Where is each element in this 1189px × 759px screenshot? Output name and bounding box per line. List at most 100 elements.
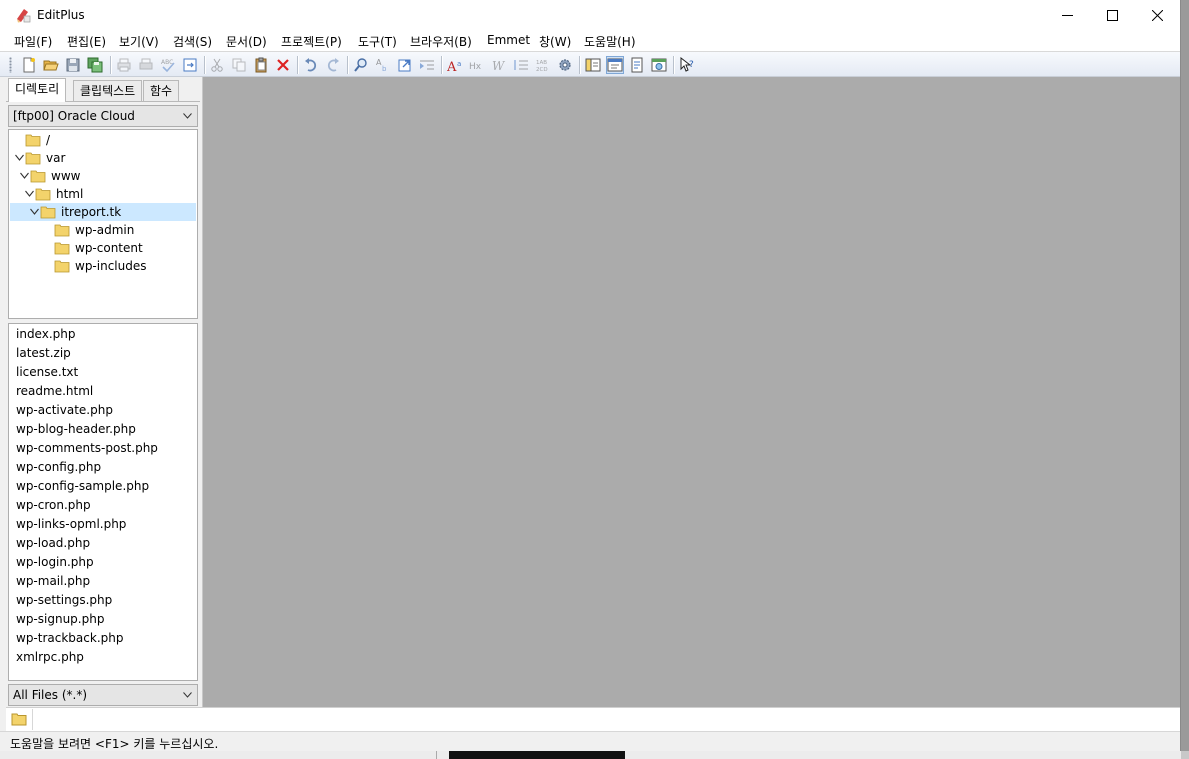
- file-filter-dropdown[interactable]: All Files (*.*): [8, 684, 198, 706]
- file-list-item[interactable]: wp-login.php: [16, 555, 94, 569]
- file-list[interactable]: index.php latest.zip license.txt readme.htm…: [8, 323, 198, 681]
- menu-file[interactable]: 파일(F): [14, 33, 52, 50]
- title-bar[interactable]: EditPlus: [0, 0, 1180, 30]
- tree-node-label: itreport.tk: [61, 205, 122, 219]
- desktop-dark-strip: [449, 751, 625, 759]
- browser-button[interactable]: [650, 56, 668, 74]
- sync-button[interactable]: [181, 56, 199, 74]
- cut-button[interactable]: [208, 56, 226, 74]
- file-list-item[interactable]: latest.zip: [16, 346, 71, 360]
- output-window-button[interactable]: [606, 56, 624, 74]
- open-folder-icon: [30, 170, 46, 183]
- file-list-item[interactable]: index.php: [16, 327, 75, 341]
- tree-node[interactable]: www: [10, 167, 196, 185]
- location-dropdown[interactable]: [ftp00] Oracle Cloud: [8, 105, 198, 127]
- tree-node[interactable]: /: [10, 131, 196, 149]
- menu-window[interactable]: 창(W): [539, 33, 571, 50]
- tab-directory[interactable]: 디렉토리: [8, 78, 67, 102]
- menu-help[interactable]: 도움말(H): [584, 33, 636, 50]
- redo-button[interactable]: [324, 56, 342, 74]
- status-text: 도움말을 보려면 <F1> 키를 누르십시오.: [10, 737, 219, 751]
- menu-emmet[interactable]: Emmet: [487, 33, 530, 47]
- font-button[interactable]: Aa: [446, 56, 464, 74]
- undo-icon: [305, 58, 316, 72]
- tree-node[interactable]: var: [10, 149, 196, 167]
- column-button[interactable]: 1AB 2CD: [534, 56, 552, 74]
- file-list-item[interactable]: readme.html: [16, 384, 93, 398]
- menu-browser[interactable]: 브라우저(B): [410, 33, 472, 50]
- print-button[interactable]: [137, 56, 155, 74]
- copy-button[interactable]: [230, 56, 248, 74]
- save-all-button[interactable]: [86, 56, 104, 74]
- print-preview-button[interactable]: [115, 56, 133, 74]
- file-filter-value: All Files (*.*): [13, 688, 88, 702]
- file-list-item[interactable]: wp-mail.php: [16, 574, 90, 588]
- svg-text:a: a: [457, 60, 461, 68]
- file-list-item[interactable]: wp-signup.php: [16, 612, 104, 626]
- editor-area[interactable]: [202, 77, 1180, 707]
- hex-button[interactable]: Hx: [468, 56, 486, 74]
- file-list-item[interactable]: wp-comments-post.php: [16, 441, 158, 455]
- indent-button[interactable]: [418, 56, 436, 74]
- svg-text:W: W: [492, 59, 506, 73]
- tree-node[interactable]: html: [10, 185, 196, 203]
- help-context-button[interactable]: ?: [678, 56, 696, 74]
- file-list-item[interactable]: wp-trackback.php: [16, 631, 123, 645]
- menu-search[interactable]: 검색(S): [173, 33, 212, 50]
- paste-button[interactable]: [252, 56, 270, 74]
- folder-icon: [54, 242, 70, 255]
- tree-node[interactable]: wp-admin: [10, 221, 196, 239]
- directory-window-button[interactable]: [584, 56, 602, 74]
- file-list-item[interactable]: wp-settings.php: [16, 593, 112, 607]
- replace-icon: Ab: [376, 58, 387, 73]
- menu-tools[interactable]: 도구(T): [358, 33, 397, 50]
- minimize-button[interactable]: [1044, 0, 1090, 30]
- file-list-item[interactable]: wp-activate.php: [16, 403, 113, 417]
- preferences-button[interactable]: [556, 56, 574, 74]
- tab-functions[interactable]: 함수: [143, 80, 180, 101]
- toolbar-grip[interactable]: [9, 57, 12, 73]
- tab-cliptext[interactable]: 클립텍스트: [73, 80, 143, 101]
- line-number-button[interactable]: [512, 56, 530, 74]
- chevron-down-icon[interactable]: [30, 208, 39, 215]
- chevron-down-icon[interactable]: [20, 172, 29, 179]
- save-button[interactable]: [64, 56, 82, 74]
- folder-icon[interactable]: [11, 712, 27, 726]
- menu-document[interactable]: 문서(D): [226, 33, 267, 50]
- file-list-item[interactable]: xmlrpc.php: [16, 650, 84, 664]
- pane-divider: [32, 709, 33, 730]
- desktop-corner: [1181, 751, 1189, 759]
- menu-edit[interactable]: 편집(E): [67, 33, 106, 50]
- file-list-item[interactable]: wp-links-opml.php: [16, 517, 126, 531]
- menu-view[interactable]: 보기(V): [119, 33, 159, 50]
- replace-button[interactable]: Ab: [374, 56, 392, 74]
- chevron-down-icon[interactable]: [15, 154, 24, 161]
- file-list-item[interactable]: license.txt: [16, 365, 78, 379]
- file-list-item[interactable]: wp-config.php: [16, 460, 101, 474]
- tree-node[interactable]: wp-content: [10, 239, 196, 257]
- tree-node[interactable]: wp-includes: [10, 257, 196, 275]
- close-button[interactable]: [1134, 0, 1180, 30]
- file-list-item[interactable]: wp-config-sample.php: [16, 479, 149, 493]
- open-button[interactable]: [42, 56, 60, 74]
- delete-icon: [277, 59, 289, 71]
- undo-button[interactable]: [302, 56, 320, 74]
- delete-button[interactable]: [274, 56, 292, 74]
- chevron-down-icon[interactable]: [25, 190, 34, 197]
- file-list-item[interactable]: wp-load.php: [16, 536, 90, 550]
- word-wrap-button[interactable]: W: [490, 56, 508, 74]
- tree-node-label: wp-includes: [75, 259, 147, 273]
- toolbar-separator: [110, 56, 112, 74]
- tree-node[interactable]: itreport.tk: [10, 203, 196, 221]
- maximize-button[interactable]: [1089, 0, 1135, 30]
- file-list-item[interactable]: wp-blog-header.php: [16, 422, 136, 436]
- file-list-item[interactable]: wp-cron.php: [16, 498, 91, 512]
- cliptext-button[interactable]: [628, 56, 646, 74]
- menu-project[interactable]: 프로젝트(P): [281, 33, 342, 50]
- minimize-icon: [1061, 14, 1073, 16]
- folder-tree[interactable]: / var www html itreport.tk wp-admin wp-content…: [8, 129, 198, 319]
- spell-check-button[interactable]: ABC: [159, 56, 177, 74]
- new-file-button[interactable]: [20, 56, 38, 74]
- find-button[interactable]: [352, 56, 370, 74]
- goto-button[interactable]: [396, 56, 414, 74]
